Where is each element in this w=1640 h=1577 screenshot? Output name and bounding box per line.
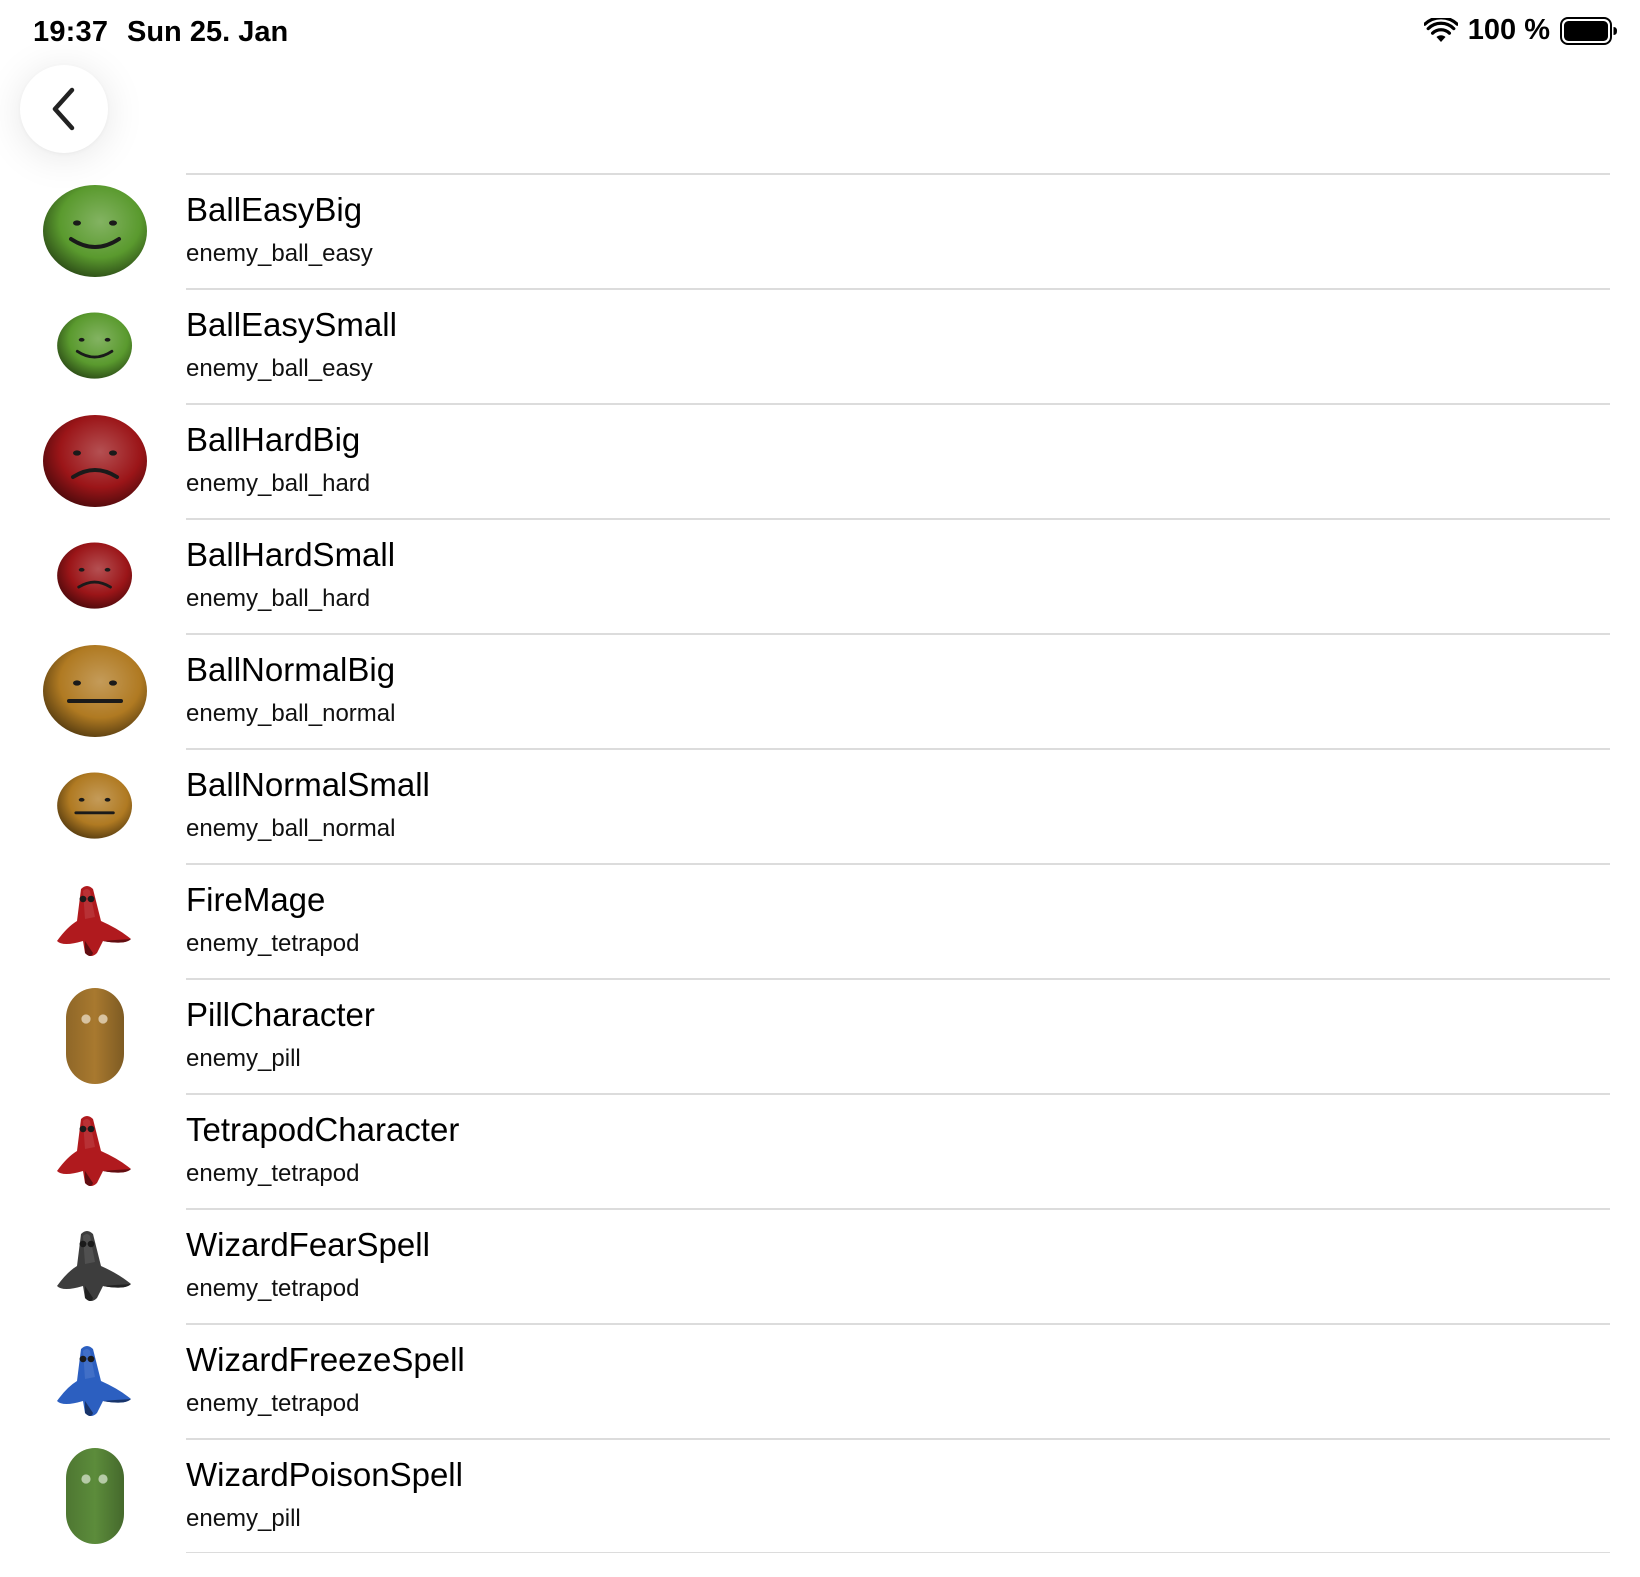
battery-percent: 100 % <box>1467 14 1550 46</box>
row-separator <box>186 978 1610 980</box>
gray-tetrapod-icon <box>30 1214 160 1318</box>
list-item[interactable]: BallEasySmall enemy_ball_easy <box>0 288 1640 403</box>
item-subtitle: enemy_tetrapod <box>186 1390 360 1417</box>
row-separator <box>186 633 1610 635</box>
item-subtitle: enemy_tetrapod <box>186 1160 360 1187</box>
orange-neutral-ball-icon <box>30 754 160 858</box>
list-item[interactable]: WizardFearSpell enemy_tetrapod <box>0 1208 1640 1323</box>
list-item[interactable]: BallEasyBig enemy_ball_easy <box>0 173 1640 288</box>
list-item[interactable]: WizardPoisonSpell enemy_pill <box>0 1438 1640 1553</box>
red-frowning-ball-icon <box>30 524 160 628</box>
orange-neutral-ball-icon <box>30 639 160 743</box>
blue-tetrapod-icon <box>30 1329 160 1433</box>
battery-icon <box>1560 16 1617 45</box>
red-tetrapod-icon <box>30 1099 160 1203</box>
item-title: WizardFreezeSpell <box>186 1341 465 1378</box>
status-time: 19:37 <box>33 16 109 48</box>
row-separator <box>186 748 1610 750</box>
item-title: BallHardBig <box>186 421 361 458</box>
item-title: BallNormalSmall <box>186 766 430 803</box>
row-separator <box>186 173 1610 175</box>
item-subtitle: enemy_pill <box>186 1045 301 1072</box>
item-subtitle: enemy_ball_normal <box>186 815 396 842</box>
row-separator <box>186 518 1610 520</box>
row-separator <box>186 1323 1610 1325</box>
item-subtitle: enemy_ball_hard <box>186 585 371 612</box>
green-smiling-ball-icon <box>30 179 160 283</box>
list-item[interactable]: WizardFreezeSpell enemy_tetrapod <box>0 1323 1640 1438</box>
item-subtitle: enemy_ball_hard <box>186 470 371 497</box>
status-indicators: 100 % <box>1423 14 1618 47</box>
red-tetrapod-icon <box>30 869 160 973</box>
enemy-list: BallEasyBig enemy_ball_easy BallEasySmall… <box>0 173 1640 1553</box>
item-title: PillCharacter <box>186 996 375 1033</box>
back-button[interactable] <box>20 65 108 153</box>
row-separator <box>186 1093 1610 1095</box>
item-title: BallEasySmall <box>186 306 397 343</box>
item-subtitle: enemy_tetrapod <box>186 930 360 957</box>
item-title: BallEasyBig <box>186 191 363 228</box>
row-separator <box>186 288 1610 290</box>
row-separator <box>186 1208 1610 1210</box>
orange-pill-icon <box>30 984 160 1088</box>
item-subtitle: enemy_ball_easy <box>186 240 373 267</box>
row-separator <box>186 863 1610 865</box>
item-subtitle: enemy_pill <box>186 1505 301 1532</box>
status-bar: 19:37 Sun 25. Jan 100 % <box>0 0 1640 62</box>
row-separator <box>186 403 1610 405</box>
row-separator <box>186 1438 1610 1440</box>
chevron-left-icon <box>52 87 75 131</box>
item-title: BallHardSmall <box>186 536 396 573</box>
item-subtitle: enemy_ball_easy <box>186 355 373 382</box>
item-subtitle: enemy_ball_normal <box>186 700 396 727</box>
list-item[interactable]: TetrapodCharacter enemy_tetrapod <box>0 1093 1640 1208</box>
status-date: Sun 25. Jan <box>127 16 289 48</box>
item-title: BallNormalBig <box>186 651 396 688</box>
item-subtitle: enemy_tetrapod <box>186 1275 360 1302</box>
list-item[interactable]: PillCharacter enemy_pill <box>0 978 1640 1093</box>
wifi-icon <box>1423 17 1458 42</box>
item-title: WizardPoisonSpell <box>186 1456 463 1493</box>
item-title: WizardFearSpell <box>186 1226 430 1263</box>
item-title: TetrapodCharacter <box>186 1111 460 1148</box>
list-item[interactable]: BallNormalSmall enemy_ball_normal <box>0 748 1640 863</box>
green-smiling-ball-icon <box>30 294 160 398</box>
red-frowning-ball-icon <box>30 409 160 513</box>
list-item[interactable]: BallHardBig enemy_ball_hard <box>0 403 1640 518</box>
list-item[interactable]: BallNormalBig enemy_ball_normal <box>0 633 1640 748</box>
list-item[interactable]: FireMage enemy_tetrapod <box>0 863 1640 978</box>
list-item[interactable]: BallHardSmall enemy_ball_hard <box>0 518 1640 633</box>
green-pill-icon <box>30 1444 160 1548</box>
item-title: FireMage <box>186 881 326 918</box>
